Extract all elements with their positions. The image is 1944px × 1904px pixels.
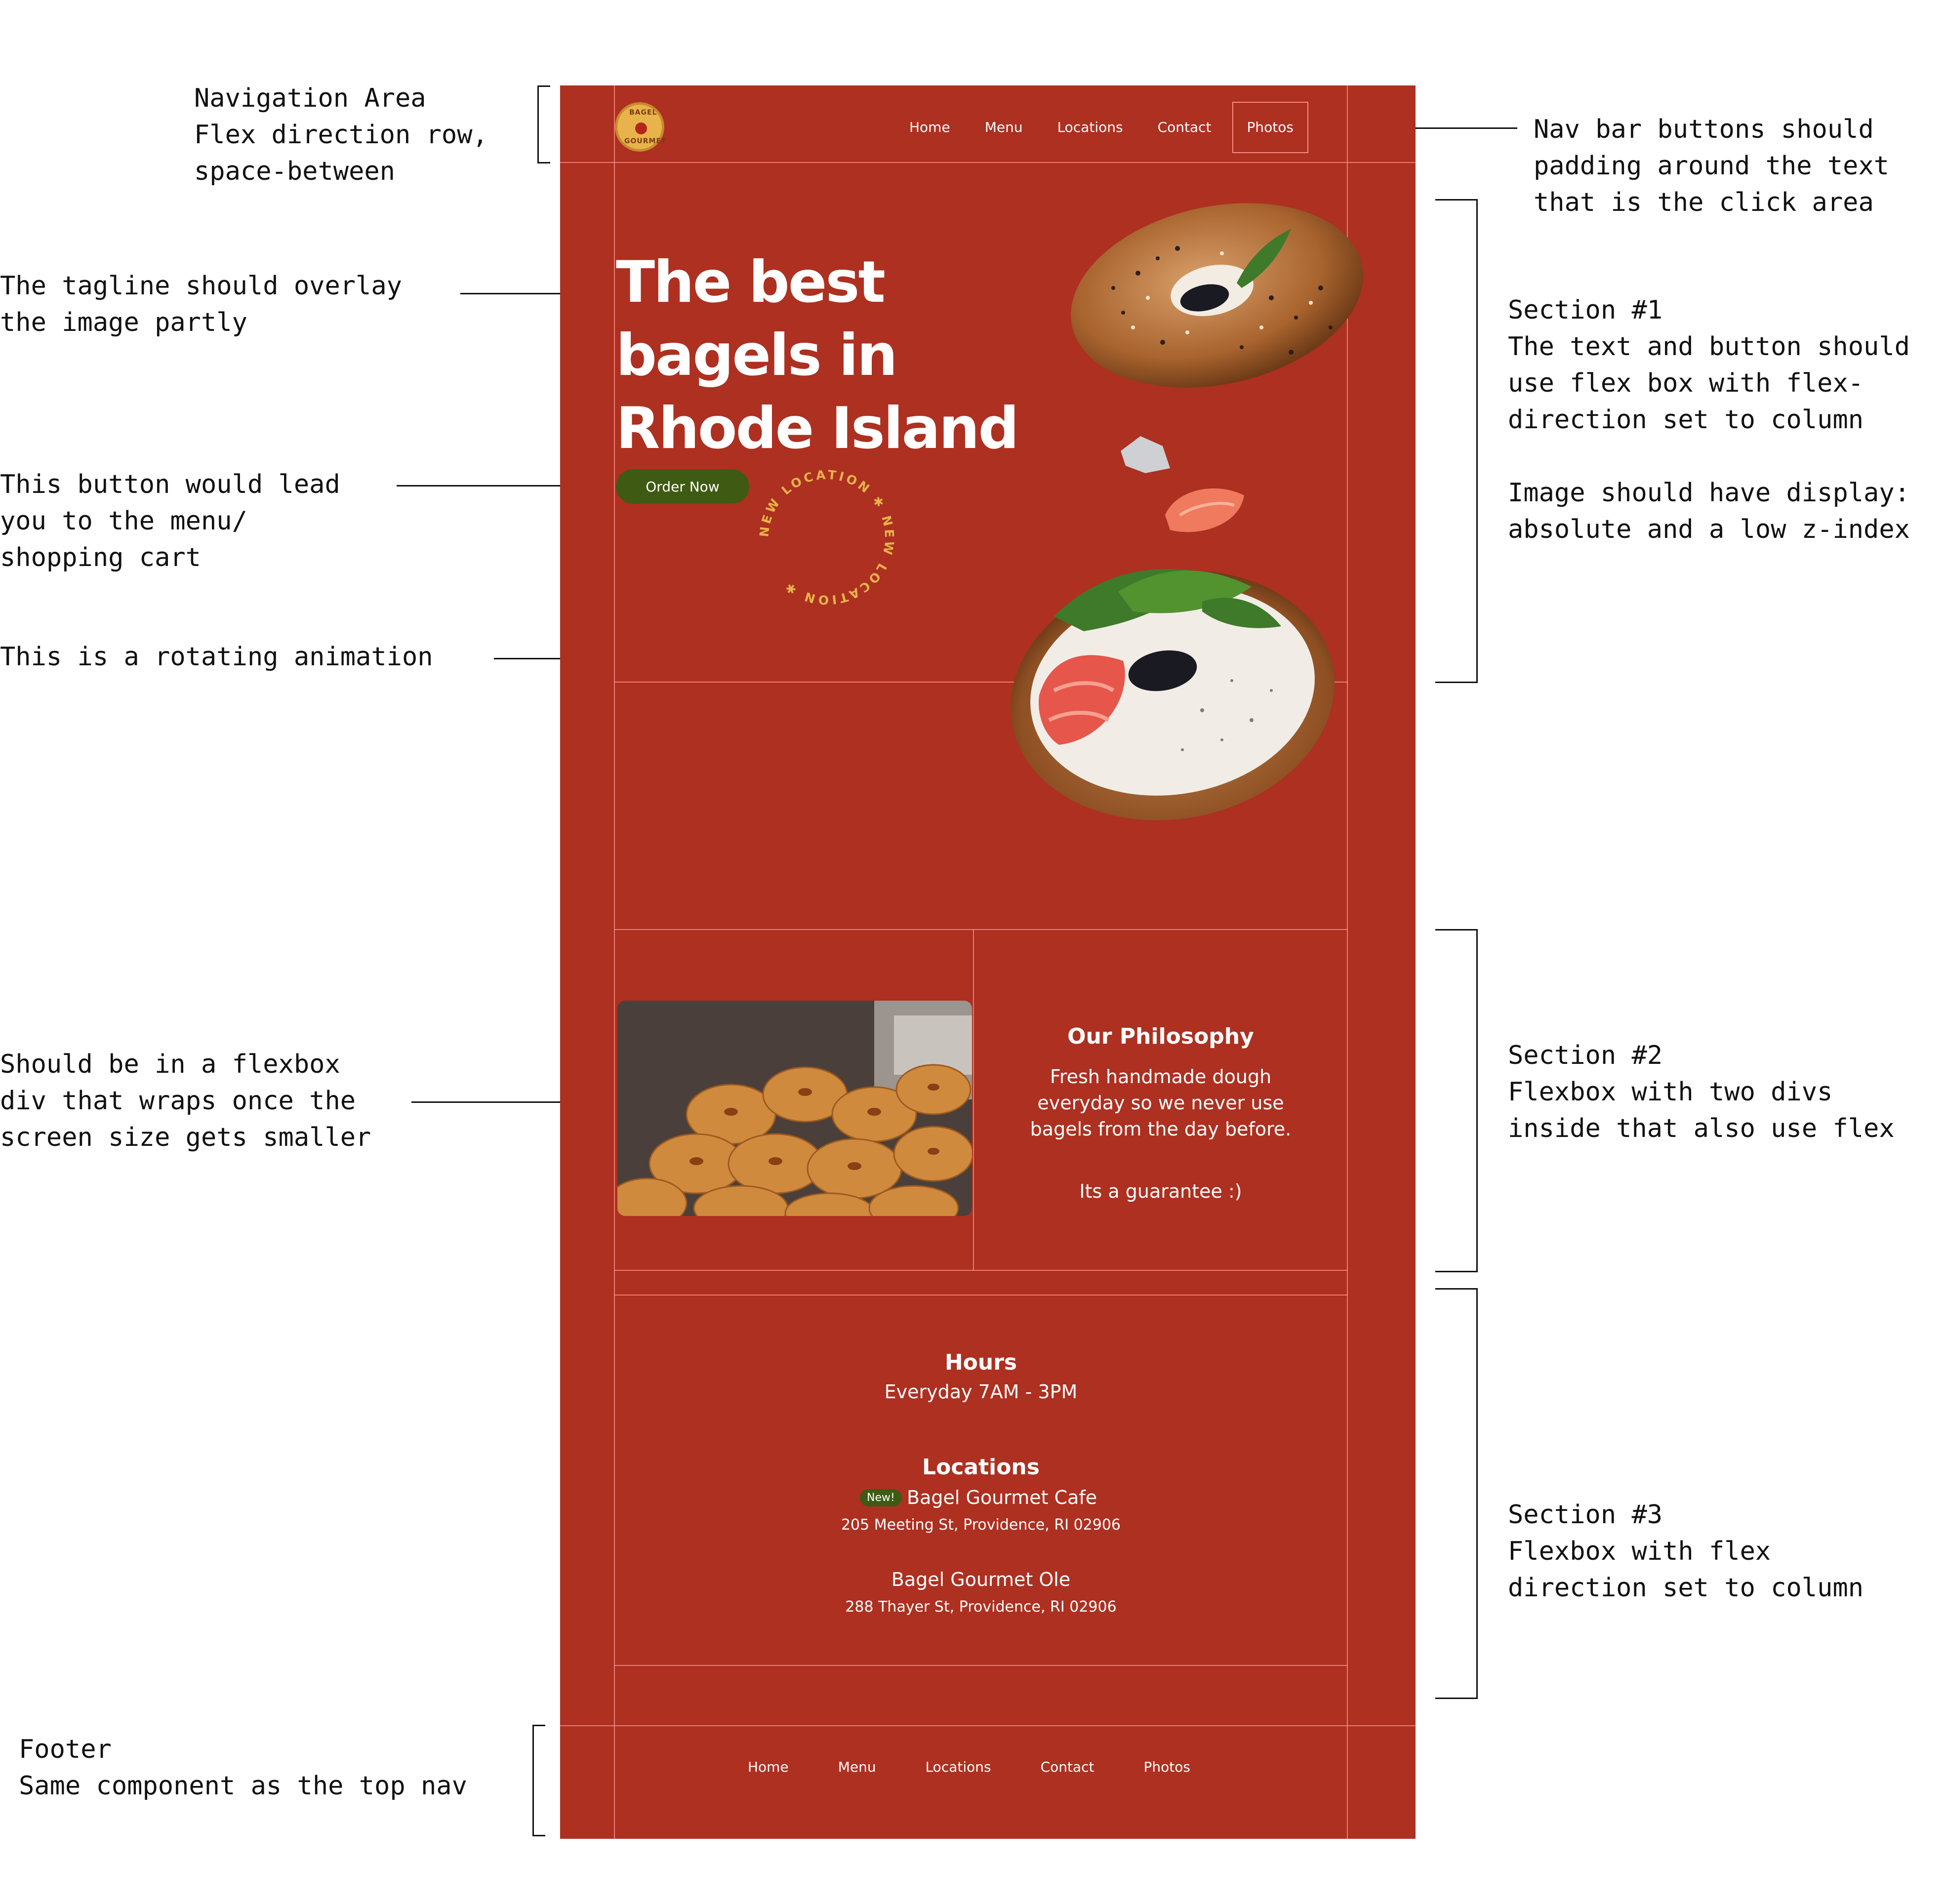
bracket-nav-tick-bottom [537, 162, 550, 163]
bracket-section-2-tick-bottom [1435, 1271, 1478, 1272]
salmon-piece-image [1165, 488, 1244, 532]
philosophy-guarantee: Its a guarantee :) [1079, 1180, 1242, 1202]
hero-tagline-line-2: bagels in [616, 322, 898, 389]
annotation-order-button: This button would lead you to the menu/ … [0, 470, 340, 572]
guide-nav-bottom [560, 162, 1416, 163]
philosophy-line-2: everyday so we never use [1037, 1092, 1284, 1114]
location-1-address: 205 Meeting St, Providence, RI 02906 [841, 1516, 1121, 1534]
svg-text:NEW LOCATION ✱ NEW LOCATION ✱: NEW LOCATION ✱ NEW LOCATION ✱ [757, 468, 896, 608]
bagels-tray-illustration [617, 1001, 972, 1216]
guide-sec3-bottom [614, 1665, 1348, 1666]
onion-piece-image [1121, 436, 1170, 473]
footer-nav-contact[interactable]: Contact [1041, 1759, 1094, 1775]
bracket-nav [537, 85, 539, 163]
hours-text: Everyday 7AM - 3PM [884, 1381, 1078, 1403]
bagel-bottom-image [1011, 569, 1335, 820]
leader-nav-buttons [1404, 127, 1517, 129]
annotation-nav-buttons: Nav bar buttons should padding around th… [1534, 115, 1890, 217]
philosophy-line-3: bagels from the day before. [1030, 1118, 1292, 1140]
annotation-section-3: Section #3 Flexbox with flex direction s… [1508, 1500, 1864, 1603]
nav-photos[interactable]: Photos [1232, 102, 1308, 153]
philosophy-line-1: Fresh handmade dough [1050, 1066, 1272, 1088]
locations-title: Locations [922, 1455, 1040, 1480]
location-2-name: Bagel Gourmet Ole [891, 1569, 1071, 1590]
bagel-gourmet-logo[interactable]: BAGEL GOURMET [615, 102, 667, 152]
bracket-section-1-tick-bottom [1435, 682, 1478, 683]
bracket-section-3 [1476, 1288, 1478, 1699]
footer-nav: Home Menu Locations Contact Photos [748, 1759, 1240, 1775]
annotation-nav-area: Navigation Area Flex direction row, spac… [194, 83, 488, 186]
bagel-top-image [1071, 203, 1363, 388]
annotation-section-1: Section #1 The text and button should us… [1508, 295, 1910, 544]
guide-sec2-top [614, 929, 1348, 930]
order-now-button[interactable]: Order Now [616, 469, 749, 504]
guide-footer-top [560, 1725, 1416, 1726]
annotation-rotating: This is a rotating animation [0, 642, 433, 672]
hero-tagline-line-1: The best [616, 249, 886, 316]
nav-home[interactable]: Home [895, 103, 964, 152]
annotation-section-2: Section #2 Flexbox with two divs inside … [1508, 1041, 1895, 1143]
annotation-footer: Footer Same component as the top nav [19, 1735, 467, 1801]
bracket-section-3-tick-top [1435, 1288, 1478, 1290]
footer-nav-home[interactable]: Home [748, 1759, 789, 1775]
philosophy-title: Our Philosophy [1067, 1024, 1254, 1049]
bracket-section-1-tick-top [1435, 199, 1478, 201]
annotation-tagline: The tagline should overlay the image par… [0, 271, 402, 337]
nav-locations[interactable]: Locations [1044, 103, 1137, 152]
hours-title: Hours [944, 1350, 1017, 1375]
location-1-name: Bagel Gourmet Cafe [907, 1487, 1097, 1508]
guide-sec2-bottom [614, 1270, 1348, 1271]
new-location-rotating-badge: NEW LOCATION ✱ NEW LOCATION ✱ [757, 468, 896, 608]
location-2-address: 288 Thayer St, Providence, RI 02906 [845, 1598, 1117, 1616]
website-mockup: BAGEL GOURMET Home Menu Locations Contac… [560, 85, 1416, 1839]
bracket-section-3-tick-bottom [1435, 1698, 1478, 1699]
bracket-footer-tick-top [532, 1725, 545, 1726]
ring-text: NEW LOCATION ✱ NEW LOCATION ✱ [757, 468, 894, 608]
logo-text-top: BAGEL [629, 109, 657, 117]
bracket-nav-tick-top [537, 85, 550, 87]
top-nav: Home Menu Locations Contact Photos [889, 101, 1308, 154]
bracket-section-2-tick-top [1435, 929, 1478, 931]
new-badge: New! [860, 1489, 902, 1506]
annotation-flexbox-wrap: Should be in a flexbox div that wraps on… [0, 1050, 371, 1152]
nav-contact[interactable]: Contact [1144, 103, 1225, 152]
hero-tagline-line-3: Rhode Island [616, 395, 1019, 462]
nav-menu[interactable]: Menu [971, 103, 1037, 152]
footer-nav-locations[interactable]: Locations [926, 1759, 991, 1775]
bracket-section-2 [1476, 929, 1478, 1272]
bracket-section-1 [1476, 199, 1478, 683]
bracket-footer [532, 1725, 534, 1836]
logo-text-bottom: GOURMET [624, 137, 667, 145]
guide-sec3-top [614, 1295, 1348, 1296]
footer-nav-menu[interactable]: Menu [838, 1759, 876, 1775]
bagels-tray-photo [617, 1001, 972, 1216]
logo-dot [635, 122, 647, 134]
footer-nav-photos[interactable]: Photos [1144, 1759, 1190, 1775]
hero-tagline: The best bagels in Rhode Island [616, 246, 1019, 465]
bracket-footer-tick-bottom [532, 1835, 545, 1836]
